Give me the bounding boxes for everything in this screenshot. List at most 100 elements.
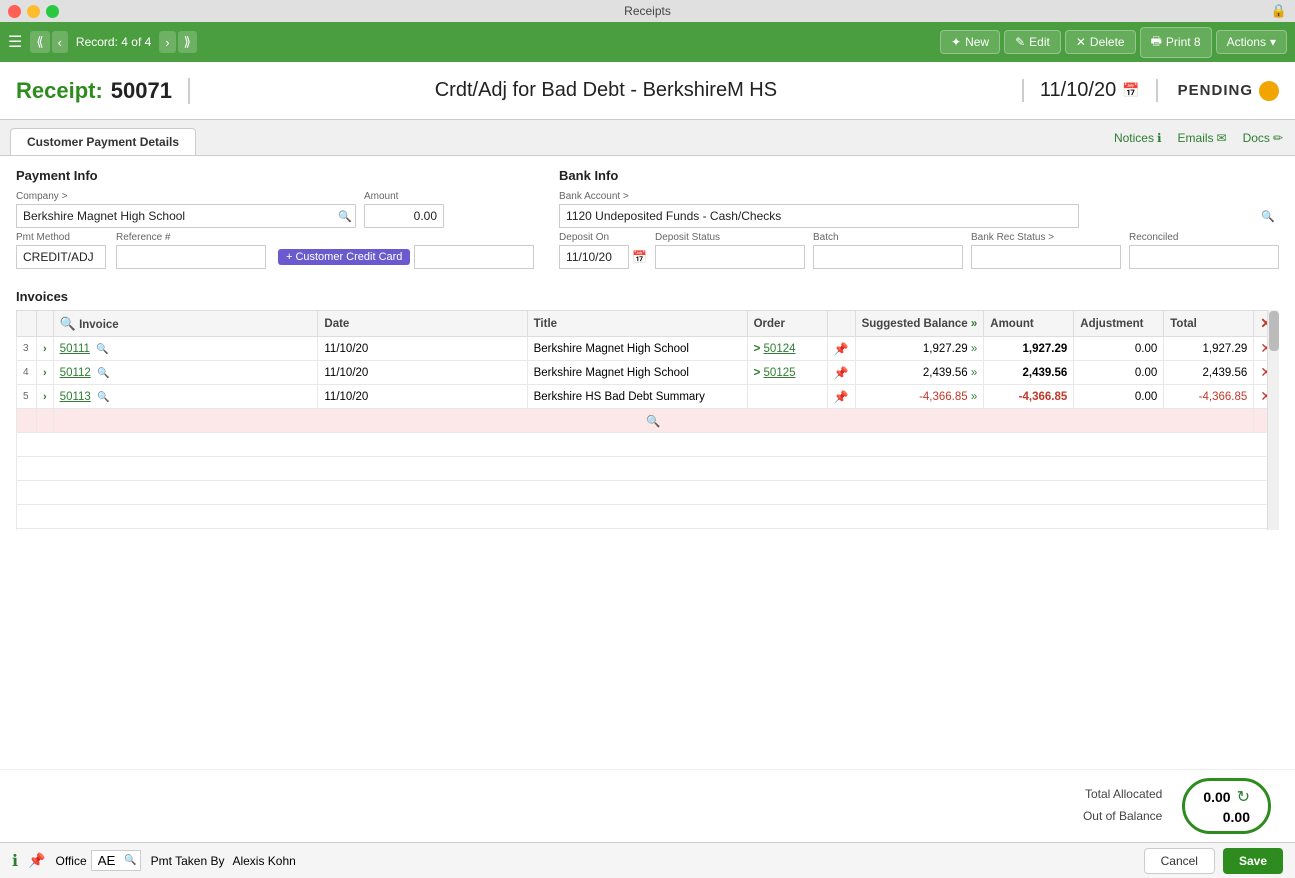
pmt-method-label: Pmt Method [16,232,106,243]
cancel-button[interactable]: Cancel [1144,848,1215,874]
new-invoice-search-icon[interactable]: 🔍 [646,416,660,428]
invoice-pin[interactable]: 📌 [827,361,855,385]
delete-button[interactable]: ✕ Delete [1065,30,1136,54]
amount-value[interactable]: 1,927.29 [984,337,1074,361]
payment-info-section: Payment Info Company > 🔍 Amount Pmt Meth… [16,168,539,273]
docs-icon: ✏ [1273,131,1283,145]
row-arrow[interactable]: › [37,337,54,361]
bank-rec-input[interactable] [971,245,1121,269]
invoice-num[interactable]: 50112 [60,367,91,379]
nav-prev-button[interactable]: ‹ [52,31,68,53]
suggested-double-arrow[interactable]: » [971,318,977,330]
credit-card-input[interactable] [414,245,534,269]
info-icon[interactable]: ℹ [12,851,18,871]
total-value: 2,439.56 [1164,361,1254,385]
window-controls[interactable] [8,5,59,18]
close-button[interactable] [8,5,21,18]
office-field: Office 🔍 [56,850,141,871]
table-header-row: 🔍 Invoice Date Title Order Suggested Bal… [17,311,1279,337]
deposit-calendar-icon[interactable]: 📅 [632,250,647,264]
info-row: Payment Info Company > 🔍 Amount Pmt Meth… [16,168,1279,273]
bank-account-input[interactable] [559,204,1079,228]
invoice-num[interactable]: 50111 [60,343,90,355]
notices-link[interactable]: Notices ℹ [1114,131,1162,145]
adjustment-value[interactable]: 0.00 [1074,337,1164,361]
lock-icon: 🔒 [1271,3,1287,19]
deposit-status-input[interactable] [655,245,805,269]
out-of-balance-value: 0.00 [1223,809,1250,825]
record-nav-next[interactable]: › ⟫ [159,31,197,53]
office-input-wrap: 🔍 [91,850,141,871]
credit-card-group: + Customer Credit Card [278,232,534,269]
maximize-button[interactable] [46,5,59,18]
calendar-icon[interactable]: 📅 [1122,82,1139,99]
edit-button[interactable]: ✎ Edit [1004,30,1061,54]
edit-icon: ✎ [1015,35,1025,49]
total-allocated-value: 0.00 [1203,789,1230,805]
tab-actions: Notices ℹ Emails ✉ Docs ✏ [1114,131,1283,145]
tab-customer-payment-details[interactable]: Customer Payment Details [10,128,196,155]
bank-rec-label: Bank Rec Status > [971,232,1121,243]
invoices-section: Invoices 🔍 Invoice Date Title Order [16,289,1279,530]
save-button[interactable]: Save [1223,848,1283,874]
company-search-icon[interactable]: 🔍 [338,210,352,223]
invoice-search-btn[interactable]: 🔍 [96,344,108,355]
actions-button[interactable]: Actions ▾ [1216,30,1287,54]
invoice-search-btn[interactable]: 🔍 [97,368,109,379]
amount-value[interactable]: 2,439.56 [984,361,1074,385]
table-scrollbar[interactable] [1267,310,1279,530]
delete-icon: ✕ [1076,35,1086,49]
docs-link[interactable]: Docs ✏ [1243,131,1283,145]
invoice-search-icon[interactable]: 🔍 [60,316,76,331]
hamburger-icon[interactable]: ☰ [8,32,22,52]
th-arrow [37,311,54,337]
search-row-arrow [37,409,54,433]
pmt-taken-label: Pmt Taken By [151,854,225,868]
nav-next-button[interactable]: › [159,31,175,53]
deposit-on-input[interactable] [559,245,629,269]
batch-label: Batch [813,232,963,243]
reconciled-input[interactable] [1129,245,1279,269]
minimize-button[interactable] [27,5,40,18]
row-arrow[interactable]: › [37,361,54,385]
refresh-icon[interactable]: ↻ [1237,787,1250,807]
reference-input[interactable] [116,245,266,269]
table-row: 3 › 50111 🔍 11/10/20 Berkshire Magnet Hi… [17,337,1279,361]
invoice-order: > 50125 [747,361,827,385]
pin-icon[interactable]: 📌 [28,852,45,869]
invoice-num[interactable]: 50113 [60,391,91,403]
suggested-balance: 2,439.56 » [855,361,984,385]
amount-input[interactable] [364,204,444,228]
invoice-pin[interactable]: 📌 [827,337,855,361]
company-field-wrap: 🔍 [16,204,356,228]
totals-area: Total Allocated Out of Balance 0.00 ↻ 0.… [0,769,1295,842]
invoice-pin[interactable]: 📌 [827,385,855,409]
main-content: Payment Info Company > 🔍 Amount Pmt Meth… [0,156,1295,769]
record-nav[interactable]: ⟪ ‹ [30,31,68,53]
batch-input[interactable] [813,245,963,269]
amount-value[interactable]: -4,366.85 [984,385,1074,409]
office-search-icon[interactable]: 🔍 [124,855,136,866]
search-row-cell[interactable]: 🔍 [53,409,1254,433]
company-input[interactable] [16,204,356,228]
pmt-method-input[interactable] [16,245,106,269]
adjustment-value[interactable]: 0.00 [1074,385,1164,409]
deposit-row: Deposit On 📅 Deposit Status Batch Bank R… [559,232,1279,269]
print-button[interactable]: 🖶 Print 8 [1140,27,1212,58]
nav-first-button[interactable]: ⟪ [30,31,49,53]
new-button[interactable]: ✦ New [940,30,1000,54]
bank-search-icon[interactable]: 🔍 [1261,210,1275,223]
adjustment-value[interactable]: 0.00 [1074,361,1164,385]
scrollbar-thumb[interactable] [1269,311,1279,351]
emails-link[interactable]: Emails ✉ [1178,131,1227,145]
row-arrow[interactable]: › [37,385,54,409]
bank-account-row: Bank Account > 🔍 [559,191,1279,228]
invoice-search-btn[interactable]: 🔍 [97,392,109,403]
th-rownum [17,311,37,337]
print-icon: 🖶 [1151,32,1162,53]
bank-account-label: Bank Account > [559,191,1279,202]
nav-last-button[interactable]: ⟫ [178,31,197,53]
credit-card-button[interactable]: + Customer Credit Card [278,249,410,265]
th-order: Order [747,311,827,337]
reconciled-group: Reconciled [1129,232,1279,269]
